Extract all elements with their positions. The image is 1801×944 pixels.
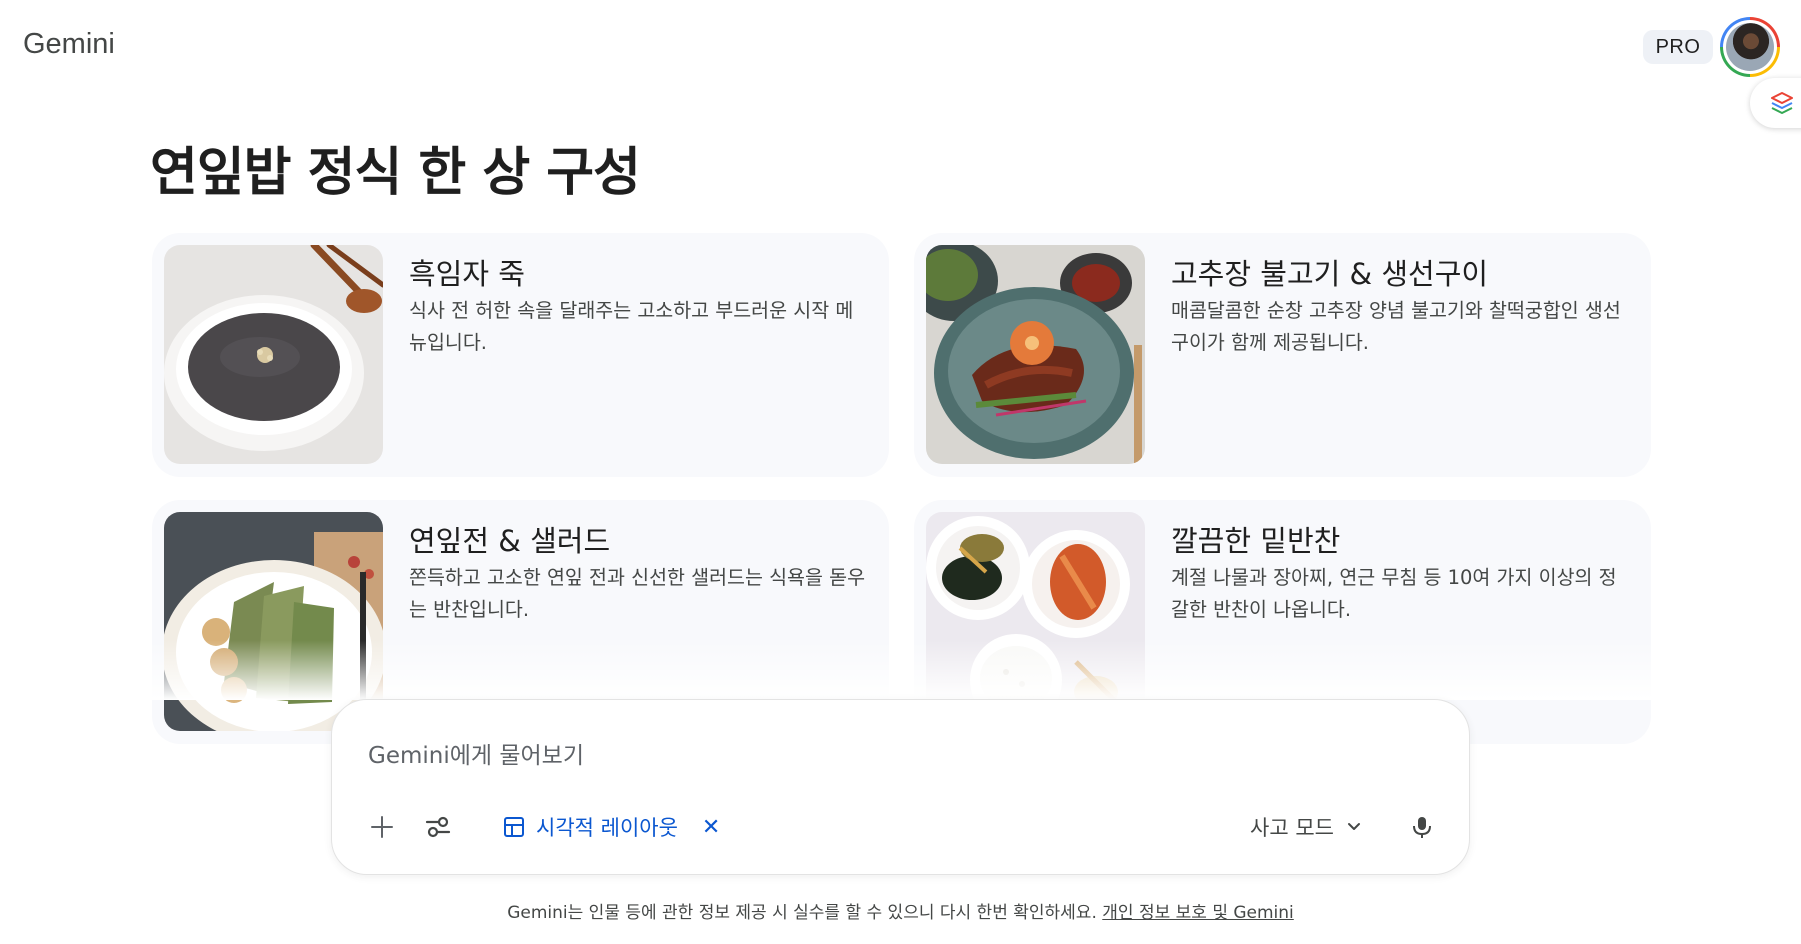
- microphone-icon: [1413, 817, 1431, 838]
- prompt-input[interactable]: Gemini에게 물어보기: [368, 736, 584, 770]
- card-description: 식사 전 허한 속을 달래주는 고소하고 부드러운 시작 메뉴입니다.: [409, 299, 854, 354]
- thinking-mode-selector[interactable]: 사고 모드: [1238, 803, 1376, 851]
- disclaimer: Gemini는 인물 등에 관한 정보 제공 시 실수를 할 수 있으니 다시 …: [0, 898, 1801, 923]
- microphone-button[interactable]: [1398, 803, 1446, 851]
- chip-label: 시각적 레이아웃: [536, 816, 678, 840]
- account-avatar[interactable]: [1720, 17, 1780, 77]
- mode-label: 사고 모드: [1250, 816, 1334, 840]
- canvas-panel-button[interactable]: [1750, 78, 1801, 128]
- gochujang-bulgogi-image: [926, 245, 1145, 464]
- avatar: [1726, 23, 1774, 71]
- card-title: 고추장 불고기 & 생선구이: [1171, 257, 1489, 291]
- plus-icon: [371, 816, 393, 838]
- privacy-link[interactable]: 개인 정보 보호 및 Gemini: [1102, 903, 1294, 923]
- content-fade-overlay: [140, 640, 1660, 700]
- card-description: 매콤달콤한 순창 고추장 양념 불고기와 찰떡궁합인 생선구이가 함께 제공됩니…: [1171, 299, 1621, 354]
- tools-sliders-icon: [425, 816, 451, 838]
- page-title: 연잎밥 정식 한 상 구성: [150, 143, 641, 203]
- pro-badge[interactable]: PRO: [1643, 30, 1713, 64]
- black-sesame-porridge-image: [164, 245, 383, 464]
- canvas-layers-icon: [1771, 92, 1793, 114]
- card-description: 계절 나물과 장아찌, 연근 무침 등 10여 가지 이상의 정갈한 반찬이 나…: [1171, 566, 1617, 621]
- visual-layout-chip[interactable]: 시각적 레이아웃 ✕: [502, 806, 720, 848]
- disclaimer-text: Gemini는 인물 등에 관한 정보 제공 시 실수를 할 수 있으니 다시 …: [507, 903, 1097, 923]
- layout-grid-icon: [504, 817, 524, 837]
- menu-card[interactable]: 흑임자 죽 식사 전 허한 속을 달래주는 고소하고 부드러운 시작 메뉴입니다…: [152, 233, 889, 477]
- prompt-box[interactable]: Gemini에게 물어보기 시각적 레이아웃 ✕ 사고 모드: [331, 699, 1470, 875]
- close-icon[interactable]: ✕: [702, 815, 720, 840]
- top-bar: Gemini PRO: [0, 0, 1801, 128]
- app-logo[interactable]: Gemini: [23, 28, 115, 61]
- chevron-down-icon: [1347, 823, 1360, 830]
- card-description: 쫀득하고 고소한 연잎 전과 신선한 샐러드는 식욕을 돋우는 반찬입니다.: [409, 566, 866, 621]
- card-title: 깔끔한 밑반찬: [1171, 524, 1341, 558]
- avatar-frame: [1723, 20, 1777, 74]
- add-attachment-button[interactable]: [358, 803, 406, 851]
- tools-button[interactable]: [414, 803, 462, 851]
- card-title: 흑임자 죽: [409, 257, 525, 291]
- card-title: 연잎전 & 샐러드: [409, 524, 611, 558]
- menu-card[interactable]: 고추장 불고기 & 생선구이 매콤달콤한 순창 고추장 양념 불고기와 찰떡궁합…: [914, 233, 1651, 477]
